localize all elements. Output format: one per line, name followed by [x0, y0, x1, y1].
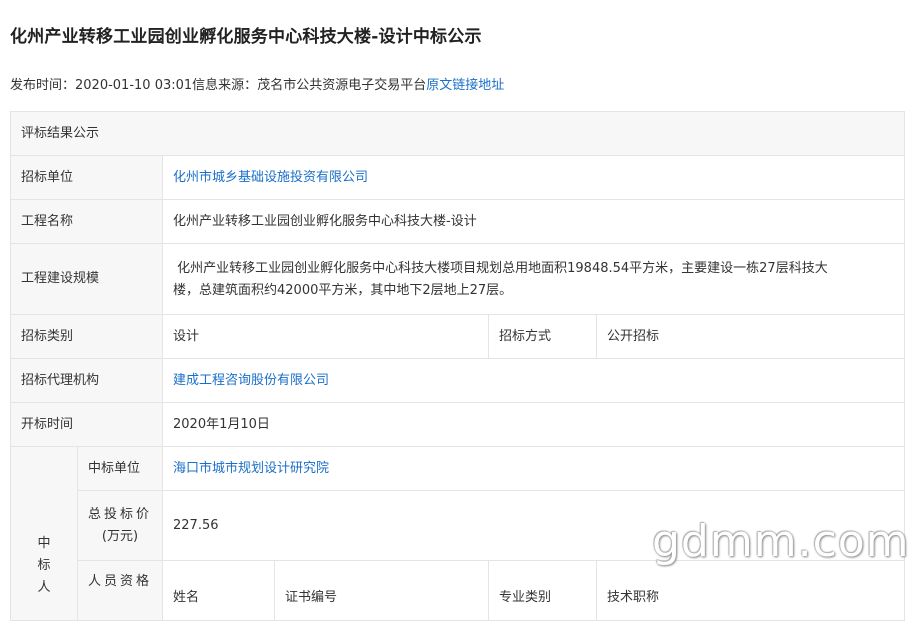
table-row: 招标代理机构 建成工程咨询股份有限公司	[10, 358, 906, 403]
open-time: 2020年1月10日	[161, 402, 906, 447]
total-price-label-line-2: (万元)	[101, 528, 139, 544]
table-row: 评标结果公示	[9, 111, 906, 156]
project-name-label: 工程名称	[10, 199, 163, 244]
winner-char-2: 标	[37, 558, 51, 573]
winner-group-label: 中 标 人	[10, 446, 78, 621]
page-title: 化州产业转移工业园创业孵化服务中心科技大楼-设计中标公示	[10, 27, 482, 47]
table-row: 总投标价 (万元) 227.56	[11, 490, 906, 561]
table-row: 工程名称 化州产业转移工业园创业孵化服务中心科技大楼-设计	[10, 199, 906, 244]
personnel-label: 人员资格	[77, 560, 163, 621]
publish-time: 2020-01-10 03:01	[75, 78, 193, 93]
table-row: 开标时间 2020年1月10日	[10, 402, 906, 447]
tenderer-link[interactable]: 化州市城乡基础设施投资有限公司	[173, 170, 368, 185]
agency-label: 招标代理机构	[10, 358, 163, 403]
total-price-label: 总投标价 (万元)	[77, 490, 163, 561]
publish-meta: 发布时间：2020-01-10 03:01信息来源：茂名市公共资源电子交易平台原…	[10, 74, 504, 93]
tenderer-label: 招标单位	[10, 155, 163, 200]
result-table: 评标结果公示 招标单位 化州市城乡基础设施投资有限公司 工程名称 化州产业转移工…	[9, 111, 906, 621]
scale-text: 化州产业转移工业园创业孵化服务中心科技大楼项目规划总用地面积19848.54平方…	[161, 243, 906, 315]
personnel-header-cert: 证书编号	[274, 560, 489, 621]
winner-char-1: 中	[37, 536, 51, 551]
category-label: 招标类别	[10, 314, 163, 359]
winner-unit-link[interactable]: 海口市城市规划设计研究院	[173, 461, 329, 476]
table-row: 中 标 人 中标单位 海口市城市规划设计研究院	[10, 446, 906, 621]
table-row: 工程建设规模 化州产业转移工业园创业孵化服务中心科技大楼项目规划总用地面积198…	[10, 243, 906, 315]
winner-char-3: 人	[37, 580, 51, 595]
scale-line-2: 楼，总建筑面积约42000平方米，其中地下2层地上27层。	[173, 283, 513, 298]
original-link[interactable]: 原文链接地址	[426, 78, 504, 93]
personnel-header-name: 姓名	[162, 560, 275, 621]
agency-link[interactable]: 建成工程咨询股份有限公司	[173, 373, 329, 388]
table-row: 招标单位 化州市城乡基础设施投资有限公司	[10, 155, 906, 200]
personnel-header-title: 技术职称	[595, 560, 906, 621]
open-time-label: 开标时间	[10, 402, 163, 447]
total-price-label-line-1: 总投标价	[88, 506, 153, 522]
scale-line-1: 化州产业转移工业园创业孵化服务中心科技大楼项目规划总用地面积19848.54平方…	[173, 261, 828, 276]
project-name: 化州产业转移工业园创业孵化服务中心科技大楼-设计	[161, 199, 906, 244]
total-price: 227.56	[161, 490, 906, 561]
scale-label: 工程建设规模	[10, 243, 163, 315]
source-name: 茂名市公共资源电子交易平台	[257, 78, 427, 93]
winner-unit-label: 中标单位	[77, 446, 163, 491]
category-value: 设计	[162, 314, 489, 359]
table-row: 人员资格 姓名 证书编号 专业类别 技术职称	[11, 560, 906, 621]
table-row: 招标类别 设计 招标方式 公开招标	[10, 314, 906, 359]
source-label: 信息来源：	[192, 78, 258, 93]
personnel-header-major: 专业类别	[488, 560, 597, 621]
method-label: 招标方式	[488, 314, 597, 359]
section-title: 评标结果公示	[9, 111, 906, 156]
publish-time-label: 发布时间：	[10, 78, 76, 93]
method-value: 公开招标	[595, 314, 906, 359]
